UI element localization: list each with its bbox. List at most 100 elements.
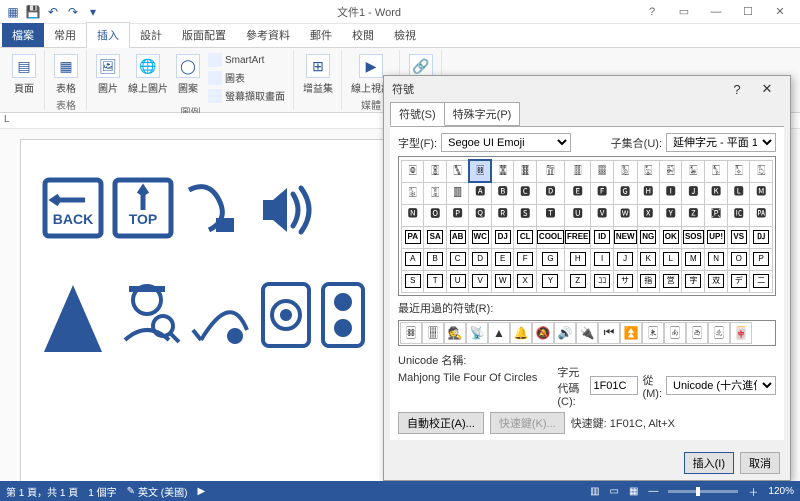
symbol-cell[interactable]: G xyxy=(536,248,564,270)
dialog-tab-special[interactable]: 特殊字元(P) xyxy=(444,102,521,126)
symbol-cell[interactable]: K xyxy=(637,248,659,270)
qat-customize-icon[interactable]: ▾ xyxy=(84,3,102,21)
symbol-cell[interactable]: W xyxy=(491,270,513,292)
symbol-cell[interactable]: H xyxy=(565,248,591,270)
dialog-help-icon[interactable]: ? xyxy=(722,82,752,97)
tab-home[interactable]: 常用 xyxy=(44,23,86,47)
language-indicator[interactable]: ✎ 英文 (美國) xyxy=(127,484,188,499)
online-picture-button[interactable]: 🌐線上圖片 xyxy=(126,52,170,97)
symbol-cell[interactable]: OK xyxy=(659,226,681,248)
symbol-cell[interactable]: WC xyxy=(469,226,492,248)
symbol-cell[interactable]: Y xyxy=(536,270,564,292)
symbol-cell[interactable]: F xyxy=(514,248,536,270)
cancel-button[interactable]: 取消 xyxy=(740,452,780,474)
view-print-icon[interactable]: ▥ xyxy=(590,486,599,497)
symbol-cell[interactable]: CL xyxy=(514,226,536,248)
zoom-slider[interactable] xyxy=(668,490,738,493)
symbol-cell[interactable]: 🀜 xyxy=(469,160,492,182)
recent-symbol-cell[interactable]: 🀀 xyxy=(642,322,664,344)
symbol-cell[interactable]: 🀙 xyxy=(402,160,424,182)
symbol-cell[interactable]: 🅴 xyxy=(565,182,591,204)
symbol-cell[interactable]: 🆇 xyxy=(637,204,659,226)
word-app-icon[interactable]: ▦ xyxy=(4,3,22,21)
recent-symbol-cell[interactable]: 🕵 xyxy=(444,322,466,344)
symbol-cell[interactable]: SA xyxy=(424,226,446,248)
symbol-cell[interactable]: AB xyxy=(446,226,468,248)
symbol-cell[interactable]: 🅳 xyxy=(536,182,564,204)
recent-symbol-cell[interactable]: 🀂 xyxy=(686,322,708,344)
symbol-cell[interactable]: 🅱 xyxy=(491,182,513,204)
recent-symbol-cell[interactable]: 🔕 xyxy=(532,322,554,344)
autocorrect-button[interactable]: 自動校正(A)... xyxy=(398,412,484,434)
symbol-cell[interactable]: B xyxy=(424,248,446,270)
symbol-cell[interactable]: 🅼 xyxy=(750,182,773,204)
symbol-cell[interactable]: ｺｺ xyxy=(591,270,613,292)
view-web-icon[interactable]: ▦ xyxy=(629,486,638,497)
tab-insert[interactable]: 插入 xyxy=(86,22,130,48)
symbol-cell[interactable]: 🀞 xyxy=(514,160,536,182)
symbol-cell[interactable]: T xyxy=(424,270,446,292)
symbol-cell[interactable]: U xyxy=(446,270,468,292)
symbol-cell[interactable]: O xyxy=(727,248,749,270)
symbol-cell[interactable]: 🆉 xyxy=(682,204,705,226)
symbol-cell[interactable]: 🀫 xyxy=(446,182,468,204)
recent-symbol-cell[interactable]: 🔌 xyxy=(576,322,598,344)
symbol-cell[interactable]: 双 xyxy=(705,270,728,292)
zoom-in-icon[interactable]: ＋ xyxy=(748,484,758,499)
symbol-cell[interactable]: ID xyxy=(591,226,613,248)
symbol-cell[interactable]: 🀩 xyxy=(402,182,424,204)
symbol-cell[interactable]: 🀢 xyxy=(613,160,637,182)
symbol-cell[interactable]: P xyxy=(750,248,773,270)
symbol-cell[interactable]: 🀤 xyxy=(659,160,681,182)
pages-button[interactable]: ▤頁面 xyxy=(10,52,38,97)
symbol-cell[interactable]: 営 xyxy=(659,270,681,292)
symbol-cell[interactable]: X xyxy=(514,270,536,292)
char-code-input[interactable] xyxy=(590,376,638,395)
symbol-cell[interactable]: D xyxy=(469,248,492,270)
zoom-out-icon[interactable]: ― xyxy=(648,486,658,497)
symbol-cell[interactable]: NEW xyxy=(613,226,637,248)
recent-symbol-cell[interactable]: ▲ xyxy=(488,322,510,344)
symbol-cell[interactable]: E xyxy=(491,248,513,270)
tab-design[interactable]: 設計 xyxy=(130,23,172,47)
recent-symbol-cell[interactable]: 🔔 xyxy=(510,322,532,344)
tab-references[interactable]: 參考資料 xyxy=(236,23,300,47)
undo-icon[interactable]: ↶ xyxy=(44,3,62,21)
recent-symbol-cell[interactable]: ⏮ xyxy=(598,322,620,344)
symbol-cell[interactable]: 🀠 xyxy=(565,160,591,182)
symbol-cell[interactable]: 🆈 xyxy=(659,204,681,226)
symbol-cell[interactable]: V xyxy=(469,270,492,292)
shapes-button[interactable]: ◯圖案 xyxy=(174,52,202,97)
insert-button[interactable]: 插入(I) xyxy=(684,452,734,474)
symbol-cell[interactable]: PA xyxy=(402,226,424,248)
symbol-cell[interactable]: 🅾 xyxy=(424,204,446,226)
symbol-cell[interactable]: 🆂 xyxy=(514,204,536,226)
symbol-cell[interactable]: L xyxy=(659,248,681,270)
symbol-cell[interactable]: 🅷 xyxy=(637,182,659,204)
tab-layout[interactable]: 版面配置 xyxy=(172,23,236,47)
recent-symbol-cell[interactable]: 🀄 xyxy=(730,322,752,344)
from-select[interactable]: Unicode (十六進位) xyxy=(666,376,776,395)
save-icon[interactable]: 💾 xyxy=(24,3,42,21)
symbol-grid[interactable]: 🀙🀚🀛🀜🀝🀞🀟🀠🀡🀢🀣🀤🀥🀦🀧🀨🀩🀪🀫🅰🅱🅲🅳🅴🅵🅶🅷🅸🅹🅺🅻🅼🅽🅾🅿🆀🆁🆂🆃🆄… xyxy=(401,159,773,293)
tab-mailings[interactable]: 郵件 xyxy=(300,23,342,47)
symbol-cell[interactable]: 🀡 xyxy=(591,160,613,182)
chart-button[interactable]: 圖表 xyxy=(206,69,287,86)
symbol-cell[interactable]: サ xyxy=(613,270,637,292)
recent-symbol-cell[interactable]: 🔊 xyxy=(554,322,576,344)
recent-symbol-cell[interactable]: 🀃 xyxy=(708,322,730,344)
shortcut-key-button[interactable]: 快速鍵(K)... xyxy=(490,412,565,434)
addins-button[interactable]: ⊞增益集 xyxy=(301,52,335,97)
document-page[interactable]: BACK TOP xyxy=(20,139,390,481)
symbol-cell[interactable]: N xyxy=(705,248,728,270)
symbol-cell[interactable]: NG xyxy=(637,226,659,248)
symbol-cell[interactable]: DJ xyxy=(491,226,513,248)
minimize-icon[interactable]: ― xyxy=(700,2,732,22)
symbol-cell[interactable]: C xyxy=(446,248,468,270)
dialog-close-icon[interactable]: ✕ xyxy=(752,81,782,97)
symbol-cell[interactable]: 🀚 xyxy=(424,160,446,182)
maximize-icon[interactable]: ☐ xyxy=(732,2,764,22)
symbol-cell[interactable]: 🀥 xyxy=(682,160,705,182)
symbol-cell[interactable]: 🅵 xyxy=(591,182,613,204)
subset-select[interactable]: 延伸字元 - 平面 1 xyxy=(666,133,776,152)
